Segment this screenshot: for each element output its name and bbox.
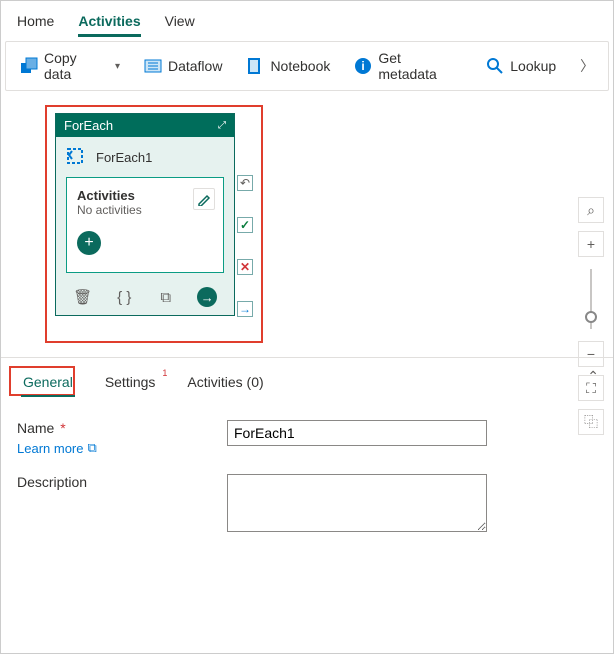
- expand-icon[interactable]: ⤢: [218, 120, 226, 131]
- collapse-panel-button[interactable]: ⌃: [587, 368, 599, 385]
- handle-failure-icon[interactable]: ✕: [237, 259, 253, 275]
- name-row: Name * Learn more ⧉: [17, 420, 597, 456]
- description-input[interactable]: [227, 474, 487, 532]
- activity-footer: 🗑 { } ⧉ →: [56, 281, 234, 315]
- external-link-icon: ⧉: [87, 440, 96, 456]
- edit-activities-button[interactable]: [193, 188, 215, 210]
- lookup-icon: [486, 57, 504, 75]
- braces-icon[interactable]: { }: [114, 287, 134, 307]
- notebook-button[interactable]: Notebook: [242, 55, 334, 77]
- tab-activities[interactable]: Activities (0): [181, 372, 269, 396]
- get-metadata-button[interactable]: i Get metadata: [350, 48, 466, 84]
- name-label: Name: [17, 420, 54, 436]
- settings-badge: 1: [162, 368, 167, 378]
- activities-container: Activities No activities +: [66, 177, 224, 273]
- activity-type-label: ForEach: [64, 118, 113, 133]
- dataflow-label: Dataflow: [168, 58, 222, 74]
- tab-home[interactable]: Home: [17, 9, 54, 37]
- lookup-label: Lookup: [510, 58, 556, 74]
- tab-view[interactable]: View: [165, 9, 195, 37]
- handle-success-icon[interactable]: ✓: [237, 217, 253, 233]
- copy-data-icon: [20, 57, 38, 75]
- activity-name-row: ForEach1: [56, 137, 234, 173]
- tab-activities[interactable]: Activities: [78, 9, 140, 37]
- activities-toolbar: Copy data ▾ Dataflow Notebook i Get meta…: [5, 41, 609, 91]
- get-metadata-label: Get metadata: [378, 50, 462, 82]
- zoom-slider-thumb[interactable]: [585, 311, 597, 323]
- zoom-slider[interactable]: [590, 269, 592, 329]
- lookup-button[interactable]: Lookup: [482, 55, 560, 77]
- go-icon[interactable]: →: [197, 287, 217, 307]
- properties-panel: ⌃ General Settings 1 Activities (0) Name…: [1, 357, 613, 548]
- required-indicator: *: [60, 420, 65, 436]
- description-row: Description: [17, 474, 597, 532]
- copy-data-label: Copy data: [44, 50, 107, 82]
- activity-card-header: ForEach ⤢: [56, 114, 234, 137]
- handle-undo-icon[interactable]: ↶: [237, 175, 253, 191]
- dataflow-button[interactable]: Dataflow: [140, 55, 226, 77]
- handle-completion-icon[interactable]: →: [237, 301, 253, 317]
- copy-data-button[interactable]: Copy data ▾: [16, 48, 124, 84]
- learn-more-link[interactable]: Learn more ⧉: [17, 440, 97, 456]
- copy-icon[interactable]: ⧉: [156, 287, 176, 307]
- trash-icon[interactable]: 🗑: [73, 287, 93, 307]
- learn-more-label: Learn more: [17, 441, 83, 456]
- tab-settings-label: Settings: [105, 374, 156, 390]
- foreach-activity-card[interactable]: ForEach ⤢ ForEach1 Activities No activit…: [55, 113, 235, 316]
- zoom-in-button[interactable]: +: [578, 231, 604, 257]
- foreach-icon: [66, 147, 86, 167]
- tab-settings[interactable]: Settings 1: [99, 372, 162, 396]
- pipeline-canvas[interactable]: ↶ ✓ ✕ → ForEach ⤢ ForEach1 Activities: [1, 97, 613, 357]
- toolbar-overflow-button[interactable]: 〉: [576, 55, 598, 77]
- notebook-label: Notebook: [270, 58, 330, 74]
- info-icon: i: [354, 57, 372, 75]
- canvas-search-button[interactable]: ⌕: [578, 197, 604, 223]
- name-input[interactable]: [227, 420, 487, 446]
- notebook-icon: [246, 57, 264, 75]
- top-tabs: Home Activities View: [1, 1, 613, 37]
- svg-text:i: i: [362, 59, 365, 73]
- add-activity-button[interactable]: +: [77, 231, 101, 255]
- property-tabs: General Settings 1 Activities (0): [17, 358, 597, 402]
- tab-general[interactable]: General: [17, 372, 79, 396]
- activity-name-label: ForEach1: [96, 150, 152, 165]
- description-label: Description: [17, 474, 87, 490]
- chevron-down-icon: ▾: [115, 61, 120, 72]
- dataflow-icon: [144, 57, 162, 75]
